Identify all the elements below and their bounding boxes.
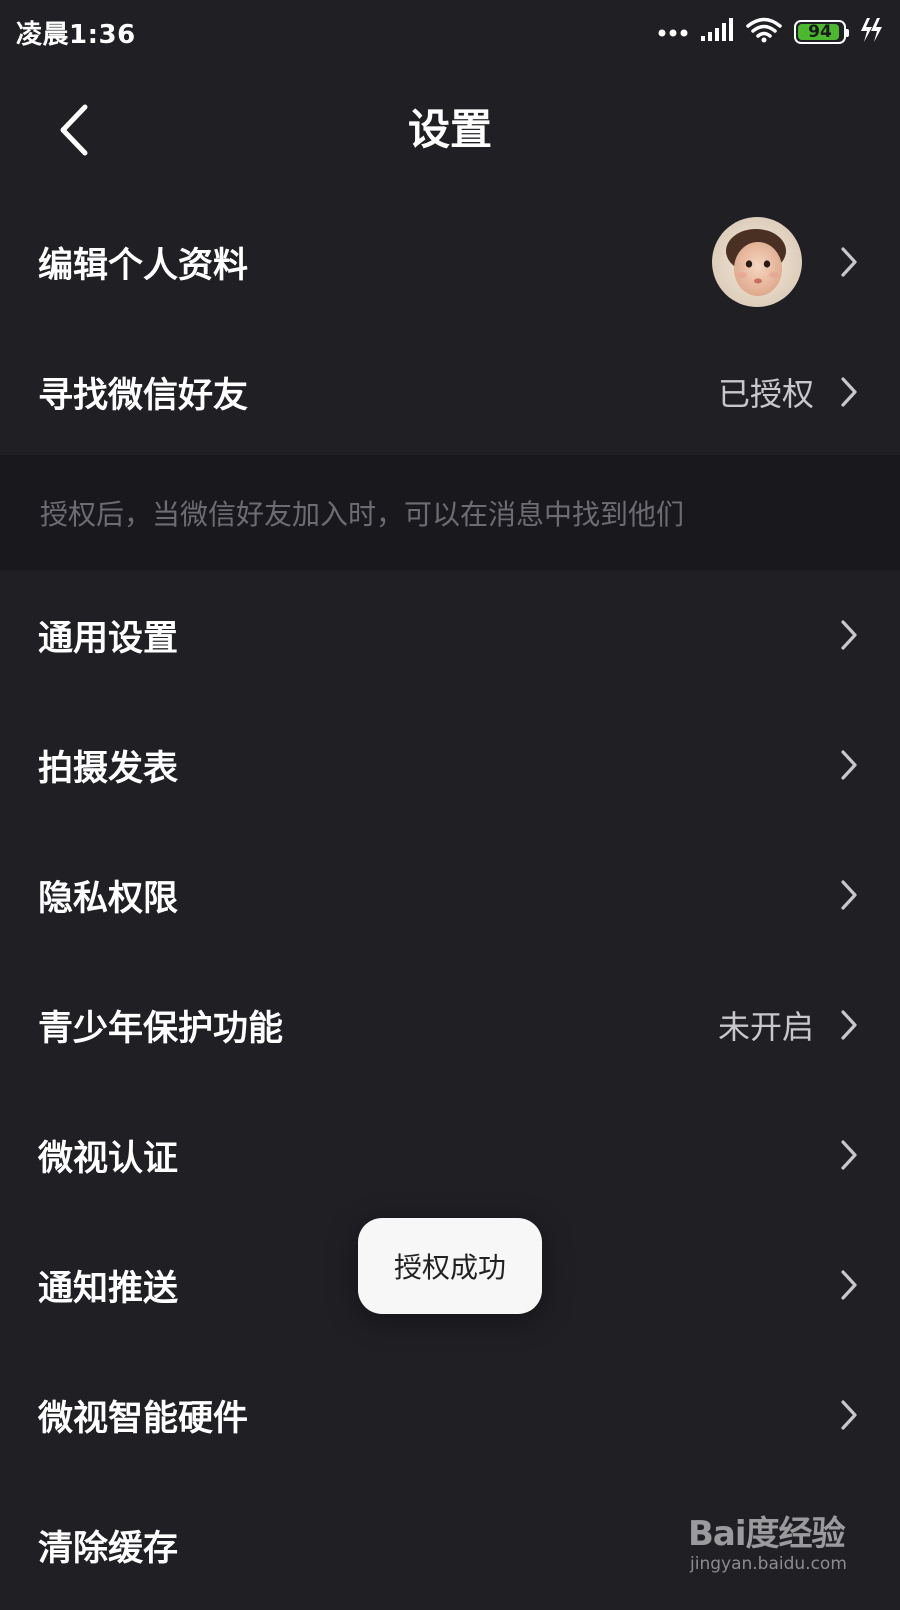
- row-label: 编辑个人资料: [38, 245, 249, 286]
- watermark: Bai度经验 jingyan.baidu.com: [686, 1506, 856, 1584]
- charging-icon: [858, 17, 884, 47]
- nav-bar: 设置: [0, 80, 900, 180]
- chevron-right-icon: [838, 1008, 860, 1042]
- chevron-right-icon: [838, 1268, 860, 1302]
- status-bar: 凌晨1:36 94: [0, 0, 900, 64]
- chevron-right-icon: [838, 1398, 860, 1432]
- row-value: 未开启: [717, 1008, 814, 1046]
- hint-band: 授权后，当微信好友加入时，可以在消息中找到他们: [0, 455, 900, 570]
- chevron-right-icon: [838, 748, 860, 782]
- wifi-icon: [746, 17, 782, 47]
- row-general-settings[interactable]: 通用设置: [0, 570, 900, 700]
- toast-text: 授权成功: [393, 1251, 506, 1284]
- chevron-right-icon: [838, 375, 860, 409]
- page-title: 设置: [407, 105, 492, 154]
- more-dots-icon: [658, 23, 688, 42]
- hint-text: 授权后，当微信好友加入时，可以在消息中找到他们: [40, 497, 685, 531]
- row-shooting-publishing[interactable]: 拍摄发表: [0, 700, 900, 830]
- row-weishi-verification[interactable]: 微视认证: [0, 1090, 900, 1220]
- watermark-logo: Bai度经验: [688, 1514, 846, 1554]
- chevron-right-icon: [838, 245, 860, 279]
- toast: 授权成功: [358, 1218, 542, 1314]
- row-label: 隐私权限: [38, 878, 179, 919]
- row-label: 微视认证: [38, 1138, 179, 1179]
- battery-icon: 94: [794, 20, 849, 44]
- watermark-url: jingyan.baidu.com: [690, 1554, 847, 1574]
- row-youth-protection[interactable]: 青少年保护功能 未开启: [0, 960, 900, 1090]
- status-icons: 94: [658, 17, 884, 47]
- row-find-wechat-friends[interactable]: 寻找微信好友 已授权: [0, 327, 900, 457]
- row-label: 青少年保护功能: [38, 1008, 284, 1049]
- row-label: 寻找微信好友: [38, 375, 249, 416]
- status-time: 凌晨1:36: [16, 19, 136, 50]
- chevron-left-icon: [60, 104, 88, 156]
- row-smart-hardware[interactable]: 微视智能硬件: [0, 1350, 900, 1480]
- battery-nub: [846, 29, 849, 37]
- row-privacy-permissions[interactable]: 隐私权限: [0, 830, 900, 960]
- signal-icon: [700, 18, 734, 46]
- battery-level: 94: [808, 22, 832, 42]
- chevron-right-icon: [838, 1138, 860, 1172]
- chevron-right-icon: [838, 878, 860, 912]
- row-edit-profile[interactable]: 编辑个人资料: [0, 197, 900, 327]
- row-label: 通用设置: [38, 618, 179, 659]
- row-label: 拍摄发表: [38, 748, 179, 789]
- chevron-right-icon: [838, 618, 860, 652]
- row-value: 已授权: [717, 375, 814, 413]
- row-label: 微视智能硬件: [38, 1398, 249, 1439]
- avatar: [712, 217, 802, 307]
- back-button[interactable]: [44, 98, 104, 162]
